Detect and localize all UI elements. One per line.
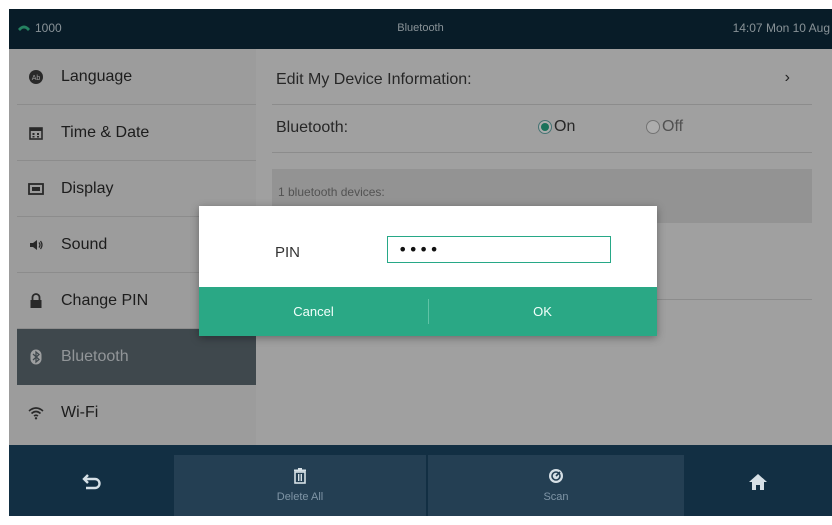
ok-button[interactable]: OK	[428, 287, 657, 336]
back-button[interactable]	[9, 455, 174, 516]
phone-screen: 1000 Bluetooth 14:07 Mon 10 Aug Ab Langu…	[9, 9, 832, 516]
back-icon	[81, 473, 103, 494]
delete-all-label: Delete All	[276, 491, 324, 503]
home-button[interactable]	[684, 455, 832, 516]
scan-label: Scan	[543, 491, 569, 503]
home-icon	[748, 473, 768, 494]
scan-icon	[548, 468, 564, 487]
cancel-button[interactable]: Cancel	[199, 287, 428, 336]
pin-dialog: PIN •••• Cancel OK	[199, 206, 657, 336]
pin-label: PIN	[275, 244, 301, 261]
delete-all-button[interactable]: Delete All	[174, 455, 426, 516]
trash-icon	[293, 468, 307, 487]
pin-input[interactable]: ••••	[387, 236, 611, 263]
dialog-button-bar: Cancel OK	[199, 287, 657, 336]
softkey-bar: Delete All Scan	[9, 445, 832, 516]
scan-button[interactable]: Scan	[428, 455, 684, 516]
